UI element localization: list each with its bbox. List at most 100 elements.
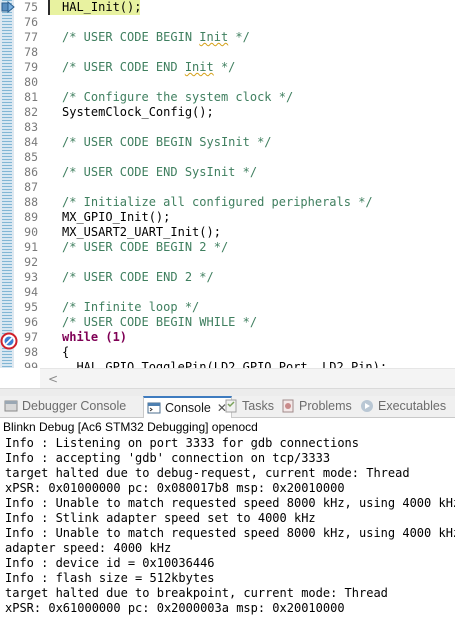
code-line[interactable]: 85 xyxy=(0,150,455,165)
scroll-left-icon[interactable]: < xyxy=(48,372,58,386)
console-line: xPSR: 0x61000000 pc: 0x2000003a msp: 0x2… xyxy=(5,601,345,615)
tab-label: Problems xyxy=(299,399,352,413)
code-lines[interactable]: 75 HAL_Init(); 76 77 /* USER CODE BEGIN Init… xyxy=(0,0,455,368)
code-line[interactable]: 91 /* USER CODE BEGIN 2 */ xyxy=(0,240,455,255)
view-tab-bar: Debugger Console Console ✕ Tasks Problems Exe… xyxy=(0,396,455,418)
tab-label: Tasks xyxy=(242,399,274,413)
line-number: 91 xyxy=(24,240,38,254)
console-line: xPSR: 0x01000000 pc: 0x080017b8 msp: 0x2… xyxy=(5,481,345,495)
code-line[interactable]: 80 xyxy=(0,75,455,90)
line-number: 80 xyxy=(24,75,38,89)
console-line: target halted due to breakpoint, current… xyxy=(5,586,388,600)
code-text: { xyxy=(62,345,70,359)
line-number: 86 xyxy=(24,165,38,179)
line-number: 90 xyxy=(24,225,38,239)
line-number: 98 xyxy=(24,345,38,359)
code-line[interactable]: 95 /* Infinite loop */ xyxy=(0,300,455,315)
code-line[interactable]: 96 /* USER CODE BEGIN WHILE */ xyxy=(0,315,455,330)
code-text: MX_USART2_UART_Init(); xyxy=(62,225,221,239)
code-line[interactable]: 89 MX_GPIO_Init(); xyxy=(0,210,455,225)
line-number: 76 xyxy=(24,15,38,29)
console-line: Info : Stlink adapter speed set to 4000 … xyxy=(5,511,316,525)
tab-debugger-console[interactable]: Debugger Console xyxy=(4,396,126,418)
console-line: adapter speed: 4000 kHz xyxy=(5,541,172,555)
code-text: /* USER CODE END Init */ xyxy=(62,60,236,74)
tab-console[interactable]: Console ✕ xyxy=(143,396,232,418)
debugger-console-icon xyxy=(4,399,18,413)
console-process-title: Blinkn Debug [Ac6 STM32 Debugging] openo… xyxy=(0,419,455,436)
console-line: Info : Unable to match requested speed 8… xyxy=(5,526,455,540)
problems-icon xyxy=(281,399,295,413)
code-line[interactable]: 93 /* USER CODE END 2 */ xyxy=(0,270,455,285)
line-number: 89 xyxy=(24,210,38,224)
console-line: Info : flash size = 512kbytes xyxy=(5,571,215,585)
line-number: 81 xyxy=(24,90,38,104)
tasks-icon xyxy=(224,399,238,413)
code-text: /* Initialize all configured peripherals… xyxy=(62,195,373,209)
code-line[interactable]: 97 while (1) xyxy=(0,330,455,345)
line-number: 94 xyxy=(24,285,38,299)
code-text: while (1) xyxy=(62,330,128,344)
line-number: 79 xyxy=(24,60,38,74)
tab-executables[interactable]: Executables xyxy=(360,396,446,418)
line-number: 87 xyxy=(24,180,38,194)
line-number: 88 xyxy=(24,195,38,209)
code-text: /* USER CODE BEGIN WHILE */ xyxy=(62,315,258,329)
code-line[interactable]: 76 xyxy=(0,15,455,30)
code-line[interactable]: 92 xyxy=(0,255,455,270)
code-text: /* USER CODE END 2 */ xyxy=(62,270,214,284)
code-text: /* USER CODE BEGIN SysInit */ xyxy=(62,135,272,149)
console-icon xyxy=(147,401,161,415)
line-number: 99 xyxy=(24,360,38,368)
spelling-warning-text: Init xyxy=(184,60,214,74)
line-number: 77 xyxy=(24,30,38,44)
code-line[interactable]: 86 /* USER CODE END SysInit */ xyxy=(0,165,455,180)
code-line[interactable]: 78 xyxy=(0,45,455,60)
code-line[interactable]: 98 { xyxy=(0,345,455,360)
console-line: Info : Unable to match requested speed 8… xyxy=(5,496,455,510)
tab-label: Debugger Console xyxy=(22,399,127,413)
instruction-pointer-icon xyxy=(1,1,15,13)
code-text: HAL_Init(); xyxy=(62,0,142,14)
code-line[interactable]: 87 xyxy=(0,180,455,195)
code-line[interactable]: 88 /* Initialize all configured periphera… xyxy=(0,195,455,210)
breakpoint-icon[interactable] xyxy=(0,332,18,350)
code-text: /* USER CODE BEGIN Init */ xyxy=(62,30,250,44)
tab-problems[interactable]: Problems xyxy=(281,396,352,418)
line-number: 93 xyxy=(24,270,38,284)
console-line: Info : accepting 'gdb' connection on tcp… xyxy=(5,451,331,465)
line-number: 92 xyxy=(24,255,38,269)
code-line[interactable]: 82 SystemClock_Config(); xyxy=(0,105,455,120)
line-number: 78 xyxy=(24,45,38,59)
line-number: 97 xyxy=(24,330,38,344)
code-line[interactable]: 81 /* Configure the system clock */ xyxy=(0,90,455,105)
tab-tasks[interactable]: Tasks xyxy=(224,396,274,418)
editor-horizontal-scrollbar[interactable]: < xyxy=(40,368,455,388)
line-number: 75 xyxy=(24,0,38,14)
code-text: /* Infinite loop */ xyxy=(62,300,200,314)
code-line[interactable]: 75 HAL_Init(); xyxy=(0,0,455,15)
console-line: Info : Listening on port 3333 for gdb co… xyxy=(5,436,360,450)
line-number: 84 xyxy=(24,135,38,149)
code-text: /* USER CODE END SysInit */ xyxy=(62,165,258,179)
code-editor[interactable]: 75 HAL_Init(); 76 77 /* USER CODE BEGIN Init… xyxy=(0,0,455,368)
executables-icon xyxy=(360,399,374,413)
code-text: /* Configure the system clock */ xyxy=(62,90,294,104)
code-line[interactable]: 99 HAL_GPIO_TogglePin(LD2_GPIO_Port, LD2… xyxy=(0,360,455,368)
console-line: Info : device id = 0x10036446 xyxy=(5,556,215,570)
code-line[interactable]: 79 /* USER CODE END Init */ xyxy=(0,60,455,75)
line-number: 85 xyxy=(24,150,38,164)
code-text: /* USER CODE BEGIN 2 */ xyxy=(62,240,229,254)
line-number: 96 xyxy=(24,315,38,329)
code-line[interactable]: 83 xyxy=(0,120,455,135)
code-text: HAL_GPIO_TogglePin(LD2_GPIO_Port, LD2_Pi… xyxy=(62,360,388,368)
code-text: SystemClock_Config(); xyxy=(62,105,214,119)
line-number: 82 xyxy=(24,105,38,119)
code-line[interactable]: 84 /* USER CODE BEGIN SysInit */ xyxy=(0,135,455,150)
code-line[interactable]: 94 xyxy=(0,285,455,300)
tab-label: Console xyxy=(165,401,211,415)
panel-divider[interactable] xyxy=(0,388,455,396)
console-output[interactable]: Info : Listening on port 3333 for gdb co… xyxy=(0,436,455,632)
code-line[interactable]: 90 MX_USART2_UART_Init(); xyxy=(0,225,455,240)
code-line[interactable]: 77 /* USER CODE BEGIN Init */ xyxy=(0,30,455,45)
